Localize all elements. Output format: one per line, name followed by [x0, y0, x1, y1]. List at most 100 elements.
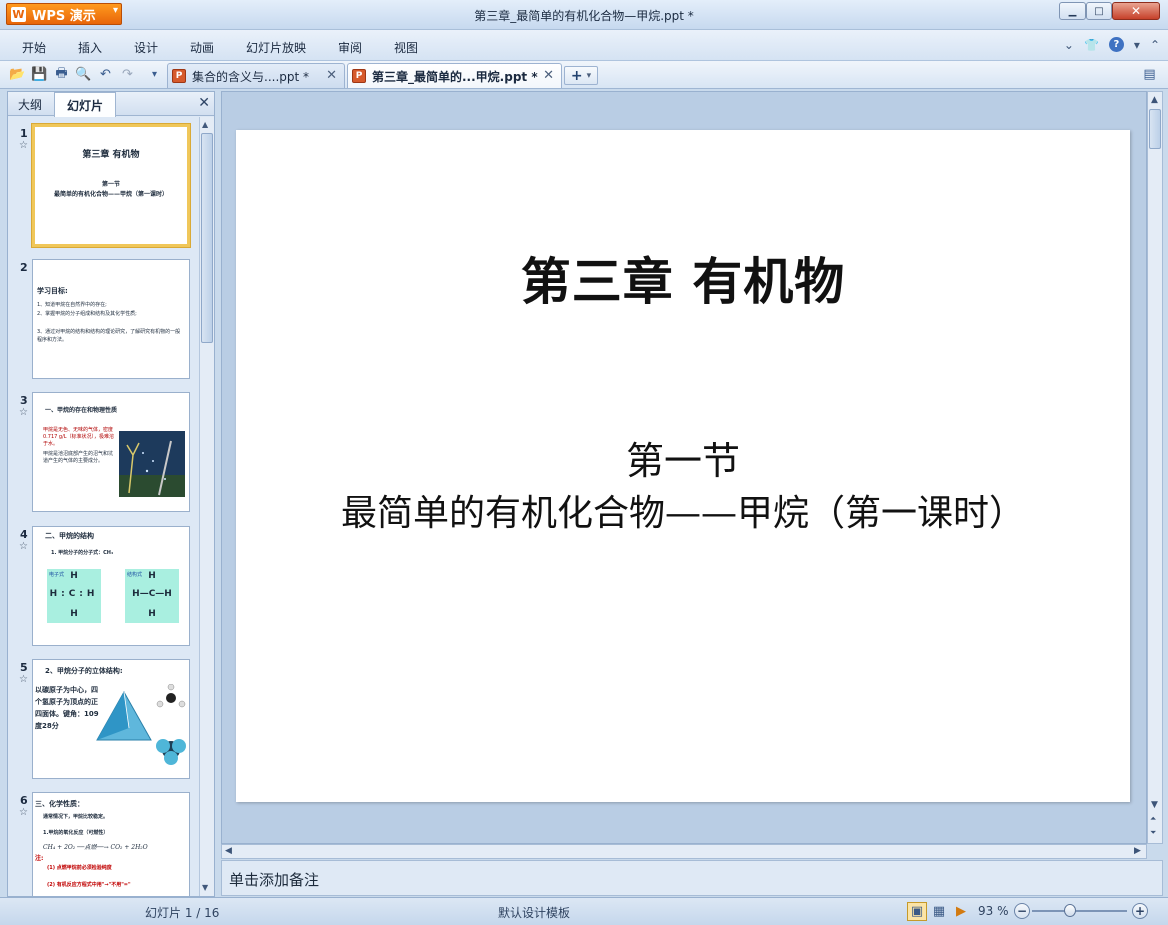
menu-animation[interactable]: 动画: [190, 39, 214, 56]
normal-view-icon[interactable]: ▣: [907, 902, 927, 921]
notes-placeholder[interactable]: 单击添加备注: [229, 869, 319, 890]
thumb-line: 甲烷是无色、无味的气体，密度0.717 g/L（标准状况），极难溶于水。: [43, 427, 115, 447]
slide-subtitle-line-1[interactable]: 第一节: [236, 430, 1130, 485]
thumb-line: CH₄ + 2O₂ ──点燃──→ CO₂ + 2H₂O: [43, 844, 148, 851]
save-icon[interactable]: 💾: [31, 66, 48, 83]
print-icon[interactable]: 🖶: [53, 66, 70, 83]
thumbnail-list: 1 ☆ 第三章 有机物 第一节 最简单的有机化合物——甲烷（第一课时） 2 学习…: [8, 117, 198, 896]
customize-toolbar-icon[interactable]: ▾: [146, 66, 163, 83]
skin-icon[interactable]: 👕: [1084, 38, 1099, 52]
scroll-up-icon[interactable]: ▲: [1151, 95, 1158, 105]
structural-formula-box: 结构式 H H—C—H H: [125, 569, 179, 623]
thumb-line: (1) 点燃甲烷前必须检验纯度: [47, 865, 112, 871]
pane-tabs: 大纲 幻灯片 ✕: [8, 92, 214, 117]
formula-h-top: H: [148, 571, 156, 581]
slide-subtitle-line-2[interactable]: 最简单的有机化合物——甲烷（第一课时）: [236, 484, 1130, 536]
slide-title[interactable]: 第三章 有机物: [236, 242, 1130, 314]
window-title: 第三章_最简单的有机化合物—甲烷.ppt *: [474, 9, 694, 23]
menu-design[interactable]: 设计: [134, 39, 158, 56]
tab-slides[interactable]: 幻灯片: [54, 92, 116, 117]
slide-counter: 幻灯片 1 / 16: [145, 906, 220, 920]
swamp-picture: [119, 431, 185, 497]
tab-document-2[interactable]: P 第三章_最简单的...甲烷.ppt * ✕: [347, 63, 562, 88]
horizontal-scrollbar[interactable]: ◀ ▶: [221, 844, 1147, 859]
undo-icon[interactable]: ↶: [97, 66, 114, 83]
menu-bar: 开始 插入 设计 动画 幻灯片放映 审阅 视图 ⌄ 👕 ? ▾ ⌃: [0, 30, 1168, 61]
slide-thumbnail-4[interactable]: 二、甲烷的结构 1. 甲烷分子的分子式：CH₄ 电子式 H H:C:H H 结构…: [32, 526, 190, 646]
menu-review[interactable]: 审阅: [338, 39, 362, 56]
menu-view[interactable]: 视图: [394, 39, 418, 56]
ball-stick-model-picture: [156, 684, 186, 708]
new-tab-button[interactable]: + ▾: [564, 66, 598, 85]
menu-home[interactable]: 开始: [22, 39, 46, 56]
tab-outline[interactable]: 大纲: [8, 92, 52, 116]
print-preview-icon[interactable]: 🔍: [75, 66, 92, 83]
slide-thumbnail-1[interactable]: 第三章 有机物 第一节 最简单的有机化合物——甲烷（第一课时）: [32, 124, 190, 247]
tab-label: 第三章_最简单的...甲烷.ppt *: [372, 69, 538, 84]
animation-star-icon: ☆: [19, 807, 28, 818]
zoom-level[interactable]: 93 %: [978, 904, 1009, 918]
collapse-ribbon-icon[interactable]: ⌄: [1064, 38, 1074, 52]
thumb-title: 二、甲烷的结构: [45, 532, 94, 540]
scroll-down-icon[interactable]: ▼: [1151, 800, 1158, 810]
slide-canvas[interactable]: 第三章 有机物 第一节 最简单的有机化合物——甲烷（第一课时）: [236, 130, 1130, 802]
help-icon[interactable]: ?: [1108, 37, 1124, 52]
open-folder-icon[interactable]: 📂: [9, 66, 26, 83]
redo-icon[interactable]: ↷: [119, 66, 136, 83]
slide-thumbnail-5[interactable]: 2、甲烷分子的立体结构: 以碳原子为中心，四个氢原子为顶点的正四面体。键角：10…: [32, 659, 190, 779]
thumb-line: 甲烷是池沼底部产生的沼气和坑道产生的气体的主要成分。: [43, 451, 114, 464]
scroll-down-icon[interactable]: ▼: [202, 883, 208, 892]
tab-document-1[interactable]: P 集合的含义与....ppt * ✕: [167, 63, 345, 88]
slideshow-view-icon[interactable]: ▶: [951, 902, 971, 921]
thumb-line: 1.甲烷的氧化反应（可燃性）: [43, 830, 109, 836]
tab-close-icon[interactable]: ✕: [543, 68, 554, 83]
zoom-out-icon[interactable]: −: [1014, 903, 1030, 919]
help-dropdown-icon[interactable]: ▾: [1134, 38, 1140, 52]
thumb-line: 1、知道甲烷在自然界中的存在;: [37, 302, 107, 308]
animation-star-icon: ☆: [19, 541, 28, 552]
formula-h-bottom: H: [148, 609, 156, 619]
scroll-left-icon[interactable]: ◀: [225, 846, 232, 856]
formula-middle: H:C:H: [49, 589, 99, 599]
menu-slideshow[interactable]: 幻灯片放映: [246, 39, 306, 56]
formula-middle: H—C—H: [132, 589, 172, 599]
slide-thumbnail-6[interactable]: 三、化学性质： 通常情况下，甲烷比较稳定。 1.甲烷的氧化反应（可燃性） CH₄…: [32, 792, 190, 896]
scroll-right-icon[interactable]: ▶: [1134, 846, 1141, 856]
menu-right-controls: ⌄ 👕 ? ▾ ⌃: [1064, 37, 1160, 52]
thumb-number: 2: [20, 261, 28, 274]
scroll-thumb[interactable]: [1149, 109, 1161, 149]
thumb-line: (2) 有机反应方程式中用"→"不用"=": [47, 882, 131, 888]
minimize-button[interactable]: ▁: [1059, 2, 1086, 20]
menu-insert[interactable]: 插入: [78, 39, 102, 56]
zoom-slider-track[interactable]: [1032, 910, 1127, 912]
thumb-title: 学习目标:: [37, 287, 68, 295]
notes-pane[interactable]: 单击添加备注: [221, 860, 1163, 896]
title-bar: W WPS 演示 ▾ 第三章_最简单的有机化合物—甲烷.ppt * ▁ □ ✕: [0, 0, 1168, 30]
scroll-thumb[interactable]: [201, 133, 213, 343]
zoom-slider-knob[interactable]: [1064, 904, 1076, 917]
scroll-up-icon[interactable]: ▲: [202, 120, 208, 129]
vertical-scrollbar[interactable]: ▲ ▼ ⏶ ⏷: [1147, 91, 1163, 844]
zoom-in-icon[interactable]: +: [1132, 903, 1148, 919]
slide-editing-area: 第三章 有机物 第一节 最简单的有机化合物——甲烷（第一课时）: [221, 91, 1147, 844]
slide-sorter-view-icon[interactable]: ▦: [929, 902, 949, 921]
thumb-line: 第一节: [101, 181, 120, 188]
maximize-button[interactable]: □: [1086, 2, 1112, 20]
thumbnail-scrollbar[interactable]: ▲ ▼: [199, 117, 214, 896]
close-window-button[interactable]: ✕: [1112, 2, 1160, 20]
tab-label: 集合的含义与....ppt *: [192, 69, 310, 84]
ppt-file-icon: P: [172, 69, 186, 83]
next-slide-icon[interactable]: ⏷: [1150, 828, 1156, 838]
thumb-line: 最简单的有机化合物——甲烷（第一课时）: [53, 191, 168, 198]
slide-thumbnail-2[interactable]: 学习目标: 1、知道甲烷在自然界中的存在; 2、掌握甲烷的分子组成和结构及其化学…: [32, 259, 190, 379]
thumb-line: 2、掌握甲烷的分子组成和结构及其化学性质;: [37, 311, 137, 317]
close-pane-icon[interactable]: ✕: [198, 95, 210, 111]
restore-ribbon-icon[interactable]: ⌃: [1150, 38, 1160, 52]
task-pane-toggle-icon[interactable]: ▤: [1141, 66, 1158, 83]
thumb-number: 3: [20, 394, 28, 407]
previous-slide-icon[interactable]: ⏶: [1150, 814, 1156, 824]
tab-close-icon[interactable]: ✕: [326, 68, 337, 83]
slide-thumbnail-3[interactable]: 一、甲烷的存在和物理性质 甲烷是无色、无味的气体，密度0.717 g/L（标准状…: [32, 392, 190, 512]
thumb-number: 1: [20, 127, 28, 140]
thumb-number: 5: [20, 661, 28, 674]
